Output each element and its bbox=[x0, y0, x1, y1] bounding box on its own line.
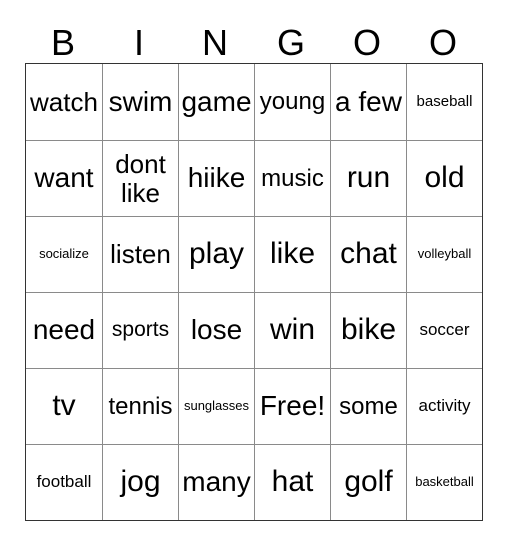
bingo-cell[interactable]: dont like bbox=[102, 140, 178, 216]
bingo-cell-label: tennis bbox=[108, 392, 173, 420]
bingo-cell-label: football bbox=[36, 472, 92, 492]
bingo-cell-label: swim bbox=[108, 85, 173, 117]
bingo-cell-label: like bbox=[269, 237, 315, 271]
bingo-cell[interactable]: run bbox=[330, 140, 406, 216]
bingo-cell[interactable]: baseball bbox=[406, 64, 482, 140]
bingo-row: tv tennis sunglasses Free! some activity bbox=[26, 368, 482, 444]
bingo-cell[interactable]: basketball bbox=[406, 444, 482, 520]
bingo-free-cell[interactable]: Free! bbox=[254, 368, 330, 444]
bingo-cell[interactable]: watch bbox=[26, 64, 102, 140]
bingo-cell-label: some bbox=[339, 392, 398, 420]
bingo-cell[interactable]: tennis bbox=[102, 368, 178, 444]
bingo-cell-label: tv bbox=[52, 389, 76, 423]
bingo-row: watch swim game young a few baseball bbox=[26, 64, 482, 140]
bingo-cell[interactable]: volleyball bbox=[406, 216, 482, 292]
bingo-cell-label: dont like bbox=[115, 149, 166, 208]
bingo-cell[interactable]: hiike bbox=[178, 140, 254, 216]
bingo-cell-label: win bbox=[269, 313, 315, 347]
bingo-cell[interactable]: old bbox=[406, 140, 482, 216]
bingo-card: B I N G O O watch swim game young a few … bbox=[25, 10, 483, 521]
bingo-header-letter-3: N bbox=[202, 22, 228, 63]
bingo-row: need sports lose win bike soccer bbox=[26, 292, 482, 368]
bingo-cell[interactable]: hat bbox=[254, 444, 330, 520]
bingo-cell-label: basketball bbox=[415, 474, 474, 490]
bingo-cell-label: music bbox=[261, 164, 324, 192]
bingo-cell-label: want bbox=[34, 162, 94, 194]
bingo-cell[interactable]: bike bbox=[330, 292, 406, 368]
bingo-header-row: B I N G O O bbox=[25, 10, 481, 63]
bingo-cell-label: sports bbox=[111, 318, 170, 342]
bingo-cell[interactable]: jog bbox=[102, 444, 178, 520]
bingo-cell-label: Free! bbox=[259, 390, 326, 422]
bingo-cell-label: soccer bbox=[419, 320, 470, 340]
bingo-cell-label: listen bbox=[110, 239, 171, 270]
bingo-header-letter-1: B bbox=[50, 22, 75, 63]
bingo-cell-label: volleyball bbox=[417, 246, 472, 262]
bingo-cell-label: activity bbox=[418, 396, 471, 416]
bingo-cell-label: chat bbox=[340, 237, 397, 271]
bingo-cell-label: old bbox=[424, 161, 465, 195]
bingo-cell[interactable]: swim bbox=[102, 64, 178, 140]
bingo-cell[interactable]: win bbox=[254, 292, 330, 368]
bingo-cell-label: golf bbox=[344, 465, 393, 499]
bingo-cell-label: watch bbox=[30, 86, 98, 117]
bingo-cell-label: bike bbox=[340, 313, 397, 347]
bingo-cell[interactable]: young bbox=[254, 64, 330, 140]
bingo-cell[interactable]: golf bbox=[330, 444, 406, 520]
bingo-cell[interactable]: sunglasses bbox=[178, 368, 254, 444]
bingo-cell[interactable]: game bbox=[178, 64, 254, 140]
bingo-cell-label: socialize bbox=[39, 246, 89, 262]
bingo-cell[interactable]: tv bbox=[26, 368, 102, 444]
bingo-cell-label: baseball bbox=[416, 92, 473, 110]
bingo-cell[interactable]: many bbox=[178, 444, 254, 520]
bingo-cell-label: game bbox=[181, 85, 252, 117]
bingo-cell[interactable]: sports bbox=[102, 292, 178, 368]
bingo-row: socialize listen play like chat volleyba… bbox=[26, 216, 482, 292]
bingo-cell-label: young bbox=[259, 88, 326, 116]
bingo-cell[interactable]: activity bbox=[406, 368, 482, 444]
bingo-cell[interactable]: chat bbox=[330, 216, 406, 292]
bingo-header-letter-6: O bbox=[428, 22, 457, 63]
bingo-cell[interactable]: need bbox=[26, 292, 102, 368]
bingo-cell-label: play bbox=[188, 237, 245, 271]
bingo-cell-label: sunglasses bbox=[183, 398, 250, 414]
bingo-cell[interactable]: some bbox=[330, 368, 406, 444]
bingo-cell-label: many bbox=[182, 466, 251, 498]
bingo-header-letter-2: I bbox=[133, 22, 144, 63]
bingo-cell[interactable]: socialize bbox=[26, 216, 102, 292]
bingo-cell[interactable]: football bbox=[26, 444, 102, 520]
bingo-cell-label: hiike bbox=[187, 162, 246, 194]
bingo-cell[interactable]: like bbox=[254, 216, 330, 292]
bingo-header-letter-5: O bbox=[352, 22, 381, 63]
bingo-cell[interactable]: listen bbox=[102, 216, 178, 292]
bingo-cell[interactable]: music bbox=[254, 140, 330, 216]
bingo-cell-label: need bbox=[32, 314, 96, 346]
bingo-cell-label: lose bbox=[190, 314, 243, 346]
bingo-row: football jog many hat golf basketball bbox=[26, 444, 482, 520]
bingo-cell[interactable]: a few bbox=[330, 64, 406, 140]
bingo-cell-label: jog bbox=[120, 465, 161, 499]
bingo-grid: watch swim game young a few baseball wan… bbox=[25, 63, 483, 521]
bingo-cell[interactable]: soccer bbox=[406, 292, 482, 368]
bingo-cell-label: hat bbox=[271, 465, 314, 499]
bingo-row: want dont like hiike music run old bbox=[26, 140, 482, 216]
bingo-cell-label: run bbox=[346, 161, 391, 195]
bingo-cell-label: a few bbox=[335, 85, 402, 117]
bingo-cell[interactable]: want bbox=[26, 140, 102, 216]
bingo-header-letter-4: G bbox=[276, 22, 305, 63]
bingo-cell[interactable]: play bbox=[178, 216, 254, 292]
bingo-cell[interactable]: lose bbox=[178, 292, 254, 368]
